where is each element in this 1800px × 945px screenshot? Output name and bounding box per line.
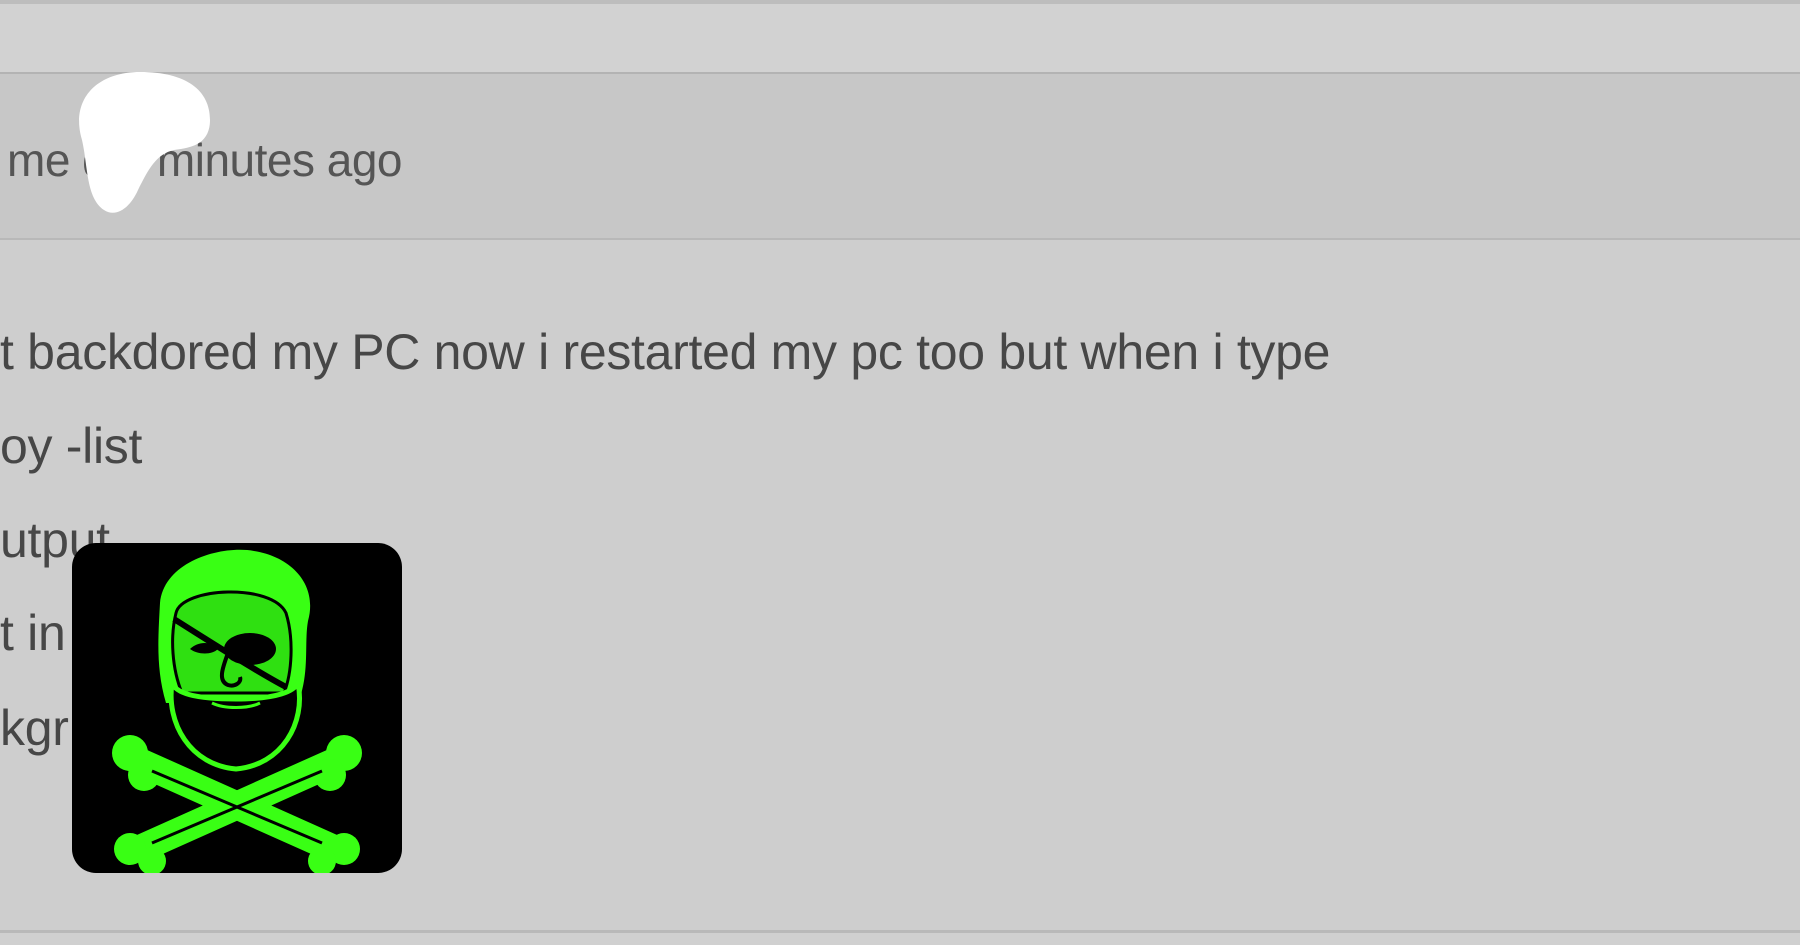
body-line-1: t backdored my PC now i restarted my pc … bbox=[0, 324, 1331, 380]
redaction-blob bbox=[79, 72, 210, 213]
next-post-header bbox=[0, 933, 1800, 945]
user-avatar[interactable] bbox=[72, 543, 402, 873]
body-line-2: oy -list bbox=[0, 418, 143, 474]
body-line-4: t in bbox=[0, 605, 66, 661]
previous-post-footer bbox=[0, 4, 1800, 72]
pirate-lincoln-skull-icon bbox=[112, 549, 362, 873]
